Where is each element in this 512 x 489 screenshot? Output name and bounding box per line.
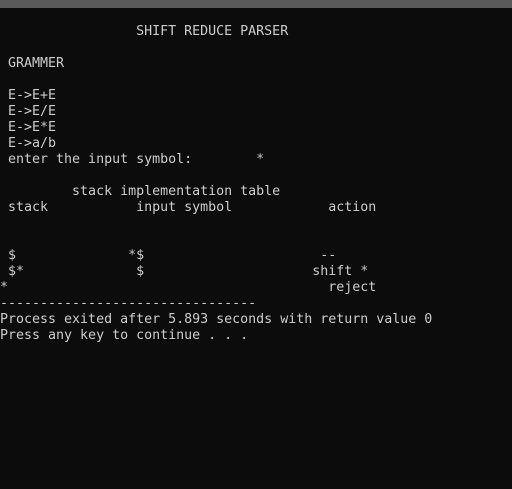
- grammar-heading: GRAMMER: [0, 56, 65, 71]
- table-header: stack input symbol action: [0, 200, 377, 215]
- continue-prompt: Press any key to continue . . .: [0, 328, 249, 343]
- separator-line: --------------------------------: [0, 296, 257, 311]
- console-output[interactable]: SHIFT REDUCE PARSER GRAMMER E->E+E E->E/…: [0, 8, 512, 489]
- production-line: E->E+E: [0, 88, 57, 103]
- table-row: * reject: [0, 280, 377, 295]
- exit-message: Process exited after 5.893 seconds with …: [0, 312, 433, 327]
- window-titlebar[interactable]: [0, 0, 512, 8]
- table-row: $* $ shift *: [0, 264, 369, 279]
- production-line: E->E*E: [0, 120, 57, 135]
- production-line: E->a/b: [0, 136, 57, 151]
- production-line: E->E/E: [0, 104, 57, 119]
- table-title: stack implementation table: [0, 184, 281, 199]
- table-row: $ *$ --: [0, 248, 337, 263]
- console-window: SHIFT REDUCE PARSER GRAMMER E->E+E E->E/…: [0, 0, 512, 489]
- parser-title: SHIFT REDUCE PARSER: [0, 24, 289, 39]
- input-prompt: enter the input symbol: *: [0, 152, 265, 167]
